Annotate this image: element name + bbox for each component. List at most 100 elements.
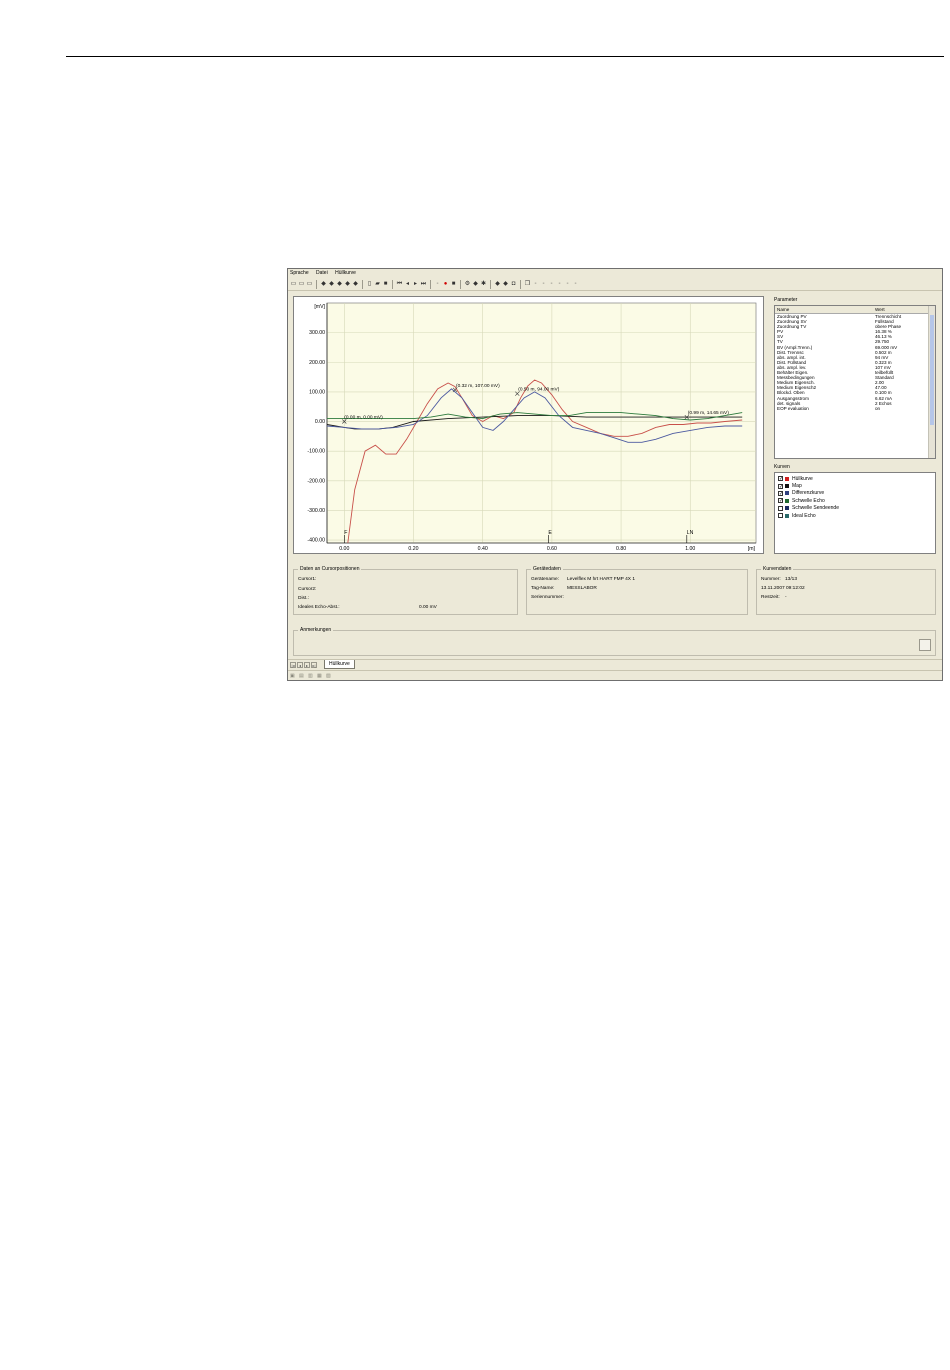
parameter-name: EOP evaluation (777, 405, 809, 411)
lock-icon[interactable]: ◘ (510, 281, 517, 288)
tool-icon[interactable]: ▤ (299, 673, 306, 679)
tool-icon[interactable]: ◆ (472, 281, 479, 288)
disabled-icon[interactable]: ▪ (540, 281, 547, 288)
y-tick-label: -300.00 (307, 508, 325, 514)
new-file-icon[interactable]: ▯ (366, 281, 373, 288)
tool-icon[interactable]: ▥ (308, 673, 315, 679)
save-icon[interactable]: ■ (382, 281, 389, 288)
tool-icon[interactable]: ◆ (328, 281, 335, 288)
curves-list: ✓ Hüllkurve ✓ Map ✓ Differenzkurve ✓ Schwelle E… (774, 472, 936, 554)
y-tick-label: -200.00 (307, 478, 325, 484)
parameter-scrollbar[interactable] (928, 306, 935, 458)
curves-title: Kurven (774, 464, 790, 470)
curve-checkbox[interactable] (778, 513, 783, 519)
layout-icon[interactable]: ▭ (306, 281, 313, 288)
print-icon[interactable]: ▣ (290, 673, 297, 679)
cursor-data-title: Daten an Cursorpositionen (298, 566, 362, 572)
tab-first-icon[interactable]: |◂ (290, 662, 296, 668)
device-data-group: Gerätedaten Gerätename: Levelflex M hrt … (526, 566, 748, 615)
menu-bar: Sprache Datei Hüllkurve (288, 269, 942, 277)
last-icon[interactable]: ⏭ (420, 281, 427, 288)
layout-icon[interactable]: ▭ (298, 281, 305, 288)
curve-checkbox[interactable]: ✓ (778, 490, 783, 496)
tab-next-icon[interactable]: ▸ (304, 662, 310, 668)
curve-checkbox[interactable] (778, 505, 783, 511)
record-icon[interactable]: ● (442, 281, 449, 288)
column-header-value[interactable]: Wert (875, 306, 925, 313)
open-folder-icon[interactable]: ▰ (374, 281, 381, 288)
menu-datei[interactable]: Datei (316, 270, 328, 276)
disabled-icon[interactable]: ▪ (572, 281, 579, 288)
layout-icon[interactable]: ▭ (290, 281, 297, 288)
curve-checkbox[interactable]: ✓ (778, 483, 783, 489)
tool-icon[interactable]: ▧ (326, 673, 333, 679)
curve-checkbox[interactable]: ✓ (778, 476, 783, 482)
disabled-icon[interactable]: ▪ (532, 281, 539, 288)
app-window: Sprache Datei Hüllkurve ▭ ▭ ▭ ◆ ◆ ◆ ◆ ◆ ▯ ▰ ■ ⏮ ◂ ▸ ⏭ ▪… (287, 268, 943, 681)
curve-color-swatch (785, 491, 789, 496)
column-header-name[interactable]: Name (775, 306, 875, 313)
settings-icon[interactable]: ✱ (480, 281, 487, 288)
rest-time-value: - (785, 595, 787, 600)
curve-item[interactable]: ✓ Hüllkurve (775, 475, 935, 482)
menu-sprache[interactable]: Sprache (290, 270, 309, 276)
tool-icon[interactable]: ◆ (344, 281, 351, 288)
curve-item[interactable]: ✓ Map (775, 482, 935, 489)
scrollbar-thumb[interactable] (930, 315, 934, 425)
envelope-chart[interactable]: 300.00 200.00 100.00 0.00 -100.00 -200.00 -300… (294, 297, 763, 553)
curve-data-group: Kurvendaten Nummer: 13/13 13.11.2007 09:… (756, 566, 936, 615)
y-tick-label: -100.00 (307, 449, 325, 455)
x-tick-label: 0.20 (408, 546, 418, 552)
tool-icon[interactable]: ◆ (502, 281, 509, 288)
tool-icon[interactable]: ▦ (317, 673, 324, 679)
ideal-echo-label: Ideales Echo-Abst.: (298, 605, 340, 610)
toolbar-separator (362, 279, 363, 289)
curve-item[interactable]: ✓ Differenzkurve (775, 490, 935, 497)
next-icon[interactable]: ▸ (412, 281, 419, 288)
x-axis-label: [m] (748, 546, 756, 552)
prev-icon[interactable]: ◂ (404, 281, 411, 288)
copy-icon[interactable]: ❐ (524, 281, 531, 288)
dist-label: Dist.: (298, 596, 309, 601)
tool-icon[interactable]: ◆ (336, 281, 343, 288)
disabled-icon[interactable]: ▪ (564, 281, 571, 288)
curve-color-swatch (785, 513, 789, 518)
notes-edit-button[interactable] (919, 639, 931, 651)
x-tick-label: 0.80 (616, 546, 626, 552)
curve-item[interactable]: Ideal Echo (775, 512, 935, 519)
tab-last-icon[interactable]: ▸| (311, 662, 317, 668)
tool-icon[interactable]: ◆ (320, 281, 327, 288)
serial-number-label: Seriennummer: (531, 595, 564, 600)
disabled-icon[interactable]: ▪ (434, 281, 441, 288)
device-name-label: Gerätename: (531, 577, 559, 582)
disabled-icon[interactable]: ▪ (548, 281, 555, 288)
parameter-row[interactable]: EOP evaluation on (775, 406, 935, 411)
cursor2-label: Cursor2: (298, 587, 317, 592)
tab-huellkurve[interactable]: Hüllkurve (324, 660, 355, 669)
notes-title: Anmerkungen (298, 627, 334, 633)
curve-color-swatch (785, 506, 789, 511)
tool-icon[interactable]: ◆ (494, 281, 501, 288)
envelope-plot-panel[interactable]: 300.00 200.00 100.00 0.00 -100.00 -200.00 -300… (293, 296, 764, 554)
disabled-icon[interactable]: ▪ (556, 281, 563, 288)
first-icon[interactable]: ⏮ (396, 281, 403, 288)
tag-name-value: MESSLABOR (567, 586, 597, 591)
curve-label: Schwelle Sendeende (792, 505, 839, 512)
status-toolbar: ▣ ▤ ▥ ▦ ▧ (288, 670, 942, 680)
parameter-table[interactable]: Name Wert Zuordnung PV Trennschicht Zuordn… (774, 305, 936, 459)
y-tick-label: 100.00 (309, 389, 325, 395)
stop-icon[interactable]: ■ (450, 281, 457, 288)
menu-huellkurve[interactable]: Hüllkurve (335, 270, 356, 276)
tab-prev-icon[interactable]: ◂ (297, 662, 303, 668)
curve-checkbox[interactable]: ✓ (778, 498, 783, 504)
parameter-table-header: Name Wert (775, 306, 935, 314)
filter-icon[interactable]: ⚙ (464, 281, 471, 288)
toolbar-separator (430, 279, 431, 289)
curve-item[interactable]: Schwelle Sendeende (775, 505, 935, 512)
curve-item[interactable]: ✓ Schwelle Echo (775, 497, 935, 504)
page-header-rule (66, 56, 944, 57)
tool-icon[interactable]: ◆ (352, 281, 359, 288)
device-data-title: Gerätedaten (531, 566, 563, 572)
curve-datetime: 13.11.2007 09:12:02 (761, 586, 805, 591)
x-tick-label: 0.60 (547, 546, 557, 552)
